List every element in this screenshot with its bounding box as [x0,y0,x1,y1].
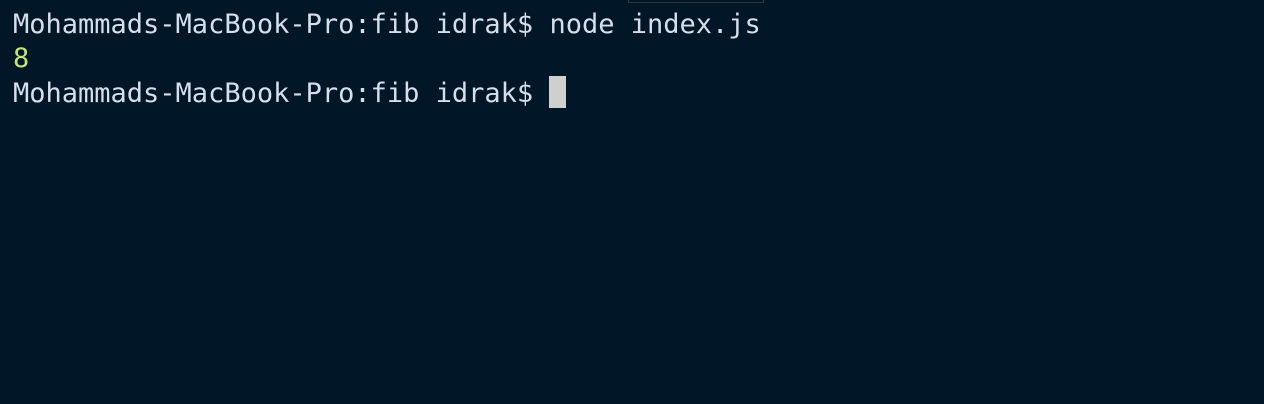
command-text: node index.js [549,9,761,40]
command-output: 8 [13,43,30,74]
terminal-window[interactable]: Mohammads-MacBook-Pro:fib idrak$ node in… [0,0,1264,404]
current-prompt: Mohammads-MacBook-Pro:fib idrak$ [13,78,534,109]
text-cursor [549,76,567,108]
prompt: Mohammads-MacBook-Pro:fib idrak$ [13,9,534,40]
tab-indicator [628,0,764,3]
command-line: Mohammads-MacBook-Pro:fib idrak$ node in… [13,8,1264,42]
active-prompt-line[interactable]: Mohammads-MacBook-Pro:fib idrak$ [13,76,1264,110]
